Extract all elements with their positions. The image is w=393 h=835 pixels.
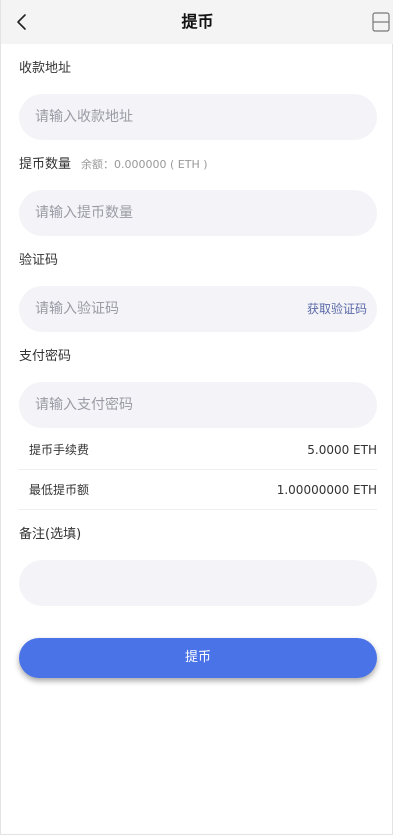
min-withdraw-value: 1.00000000 ETH [276, 483, 377, 497]
min-withdraw-label: 最低提币额 [29, 483, 90, 497]
remark-label: 备注(选填) [19, 527, 82, 542]
verification-field-wrapper: 获取验证码 [19, 286, 377, 332]
amount-input[interactable] [35, 190, 295, 236]
nav-bar: 提币 [1, 0, 393, 44]
address-input[interactable] [35, 94, 295, 140]
fee-row: 提币手续费 5.0000 ETH [19, 430, 377, 470]
fee-label: 提币手续费 [29, 443, 90, 457]
pay-password-field-wrapper [19, 382, 377, 428]
pay-password-input[interactable] [35, 382, 295, 428]
get-code-button[interactable]: 获取验证码 [307, 300, 367, 318]
verification-input[interactable] [35, 286, 295, 332]
remark-field-wrapper [19, 560, 377, 606]
amount-label-row: 提币数量 余额：0.000000 ( ETH ) [19, 156, 208, 174]
address-field-wrapper [19, 94, 377, 140]
remark-input[interactable] [35, 560, 295, 606]
verification-label: 验证码 [19, 253, 59, 268]
amount-field-wrapper [19, 190, 377, 236]
amount-label: 提币数量 [19, 157, 72, 172]
menu-icon[interactable] [372, 11, 390, 33]
withdraw-submit-button[interactable]: 提币 [19, 638, 377, 678]
balance-text: 余额：0.000000 ( ETH ) [81, 158, 208, 171]
address-label: 收款地址 [19, 61, 72, 76]
fee-value: 5.0000 ETH [307, 443, 377, 457]
app-screen: 提币 收款地址 提币数量余额：0.000000 ( ETH ) 验证码 获取验证… [0, 0, 393, 835]
pay-password-label: 支付密码 [19, 349, 72, 364]
page-title: 提币 [181, 12, 214, 31]
min-withdraw-row: 最低提币额 1.00000000 ETH [19, 470, 377, 510]
